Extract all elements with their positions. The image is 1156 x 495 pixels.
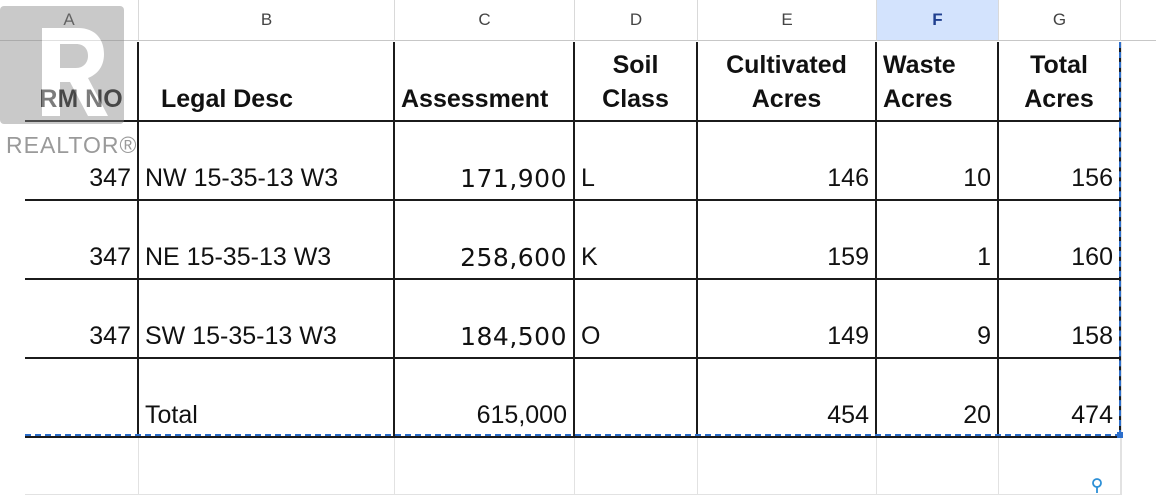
header-total-acres[interactable]: Total Acres (999, 42, 1121, 122)
selection-fill-handle[interactable] (1117, 432, 1123, 438)
cell-soil-class[interactable]: L (575, 122, 698, 201)
column-header-a[interactable]: A (0, 0, 139, 41)
cell-waste-acres[interactable]: 1 (877, 201, 999, 280)
column-header-f[interactable]: F (877, 0, 999, 41)
cell-assessment[interactable]: 184,500 (395, 280, 575, 359)
cell-empty[interactable] (575, 359, 698, 438)
header-cultivated-acres[interactable]: Cultivated Acres (698, 42, 877, 122)
cell-waste-acres[interactable]: 10 (877, 122, 999, 201)
cell-rm-no[interactable]: 347 (25, 122, 139, 201)
cell-total-cultivated-acres[interactable]: 454 (698, 359, 877, 438)
column-header-e[interactable]: E (698, 0, 877, 41)
table-totals-row: Total 615,000 454 20 474 (0, 359, 1156, 438)
empty-row (0, 438, 1156, 495)
cell-total-acres[interactable]: 156 (999, 122, 1121, 201)
cell-total-waste-acres[interactable]: 20 (877, 359, 999, 438)
table-row: 347 SW 15-35-13 W3 184,500 O 149 9 158 (0, 280, 1156, 359)
cell-empty[interactable] (877, 438, 999, 495)
cell-assessment[interactable]: 258,600 (395, 201, 575, 280)
grid-margin (1121, 42, 1156, 495)
cell-rm-no[interactable]: 347 (25, 280, 139, 359)
cell-cultivated-acres[interactable]: 146 (698, 122, 877, 201)
header-legal-desc[interactable]: Legal Desc (139, 42, 395, 122)
cell-cultivated-acres[interactable]: 149 (698, 280, 877, 359)
header-rm-no[interactable]: RM NO (25, 42, 139, 122)
cell-waste-acres[interactable]: 9 (877, 280, 999, 359)
cell-total-assessment[interactable]: 615,000 (395, 359, 575, 438)
cell-legal-desc[interactable]: SW 15-35-13 W3 (139, 280, 395, 359)
header-waste-acres[interactable]: Waste Acres (877, 42, 999, 122)
table-row: 347 NE 15-35-13 W3 258,600 K 159 1 160 (0, 201, 1156, 280)
column-header-b[interactable]: B (139, 0, 395, 41)
cell-legal-desc[interactable]: NE 15-35-13 W3 (139, 201, 395, 280)
cell-empty[interactable] (25, 359, 139, 438)
cell-empty[interactable] (395, 438, 575, 495)
cell-total-acres[interactable]: 160 (999, 201, 1121, 280)
header-assessment[interactable]: Assessment (395, 42, 575, 122)
table-row: 347 NW 15-35-13 W3 171,900 L 146 10 156 (0, 122, 1156, 201)
cell-total-total-acres[interactable]: 474 (999, 359, 1121, 438)
cell-empty[interactable] (25, 438, 139, 495)
cell-assessment[interactable]: 171,900 (395, 122, 575, 201)
location-pin-icon[interactable] (1090, 478, 1104, 494)
header-soil-class[interactable]: Soil Class (575, 42, 698, 122)
cell-total-label[interactable]: Total (139, 359, 395, 438)
column-header-empty (1121, 0, 1156, 41)
cell-empty[interactable] (139, 438, 395, 495)
cell-total-acres[interactable]: 158 (999, 280, 1121, 359)
cell-legal-desc[interactable]: NW 15-35-13 W3 (139, 122, 395, 201)
column-header-c[interactable]: C (395, 0, 575, 41)
column-header-d[interactable]: D (575, 0, 698, 41)
column-header-row: A B C D E F G (0, 0, 1156, 42)
cell-empty[interactable] (575, 438, 698, 495)
column-header-g[interactable]: G (999, 0, 1121, 41)
cell-rm-no[interactable]: 347 (25, 201, 139, 280)
cell-cultivated-acres[interactable]: 159 (698, 201, 877, 280)
cell-empty[interactable] (698, 438, 877, 495)
cell-soil-class[interactable]: O (575, 280, 698, 359)
cell-soil-class[interactable]: K (575, 201, 698, 280)
table-header-row: RM NO Legal Desc Assessment Soil Class C… (0, 42, 1156, 122)
